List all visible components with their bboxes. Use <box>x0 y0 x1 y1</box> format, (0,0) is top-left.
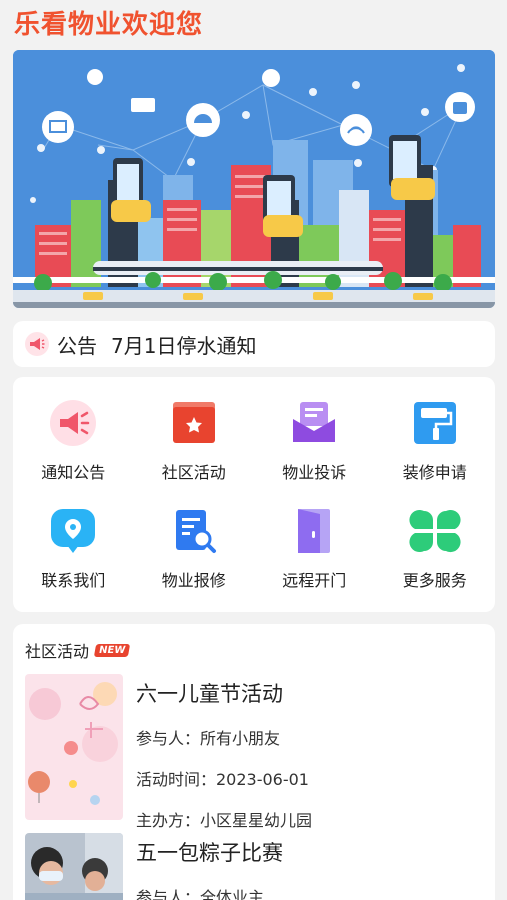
service-remote-door[interactable]: 远程开门 <box>254 505 375 591</box>
announcement-text[interactable]: 7月1日停水通知 <box>111 330 256 359</box>
service-label: 远程开门 <box>282 571 347 590</box>
service-renovation[interactable]: 装修申请 <box>375 397 496 483</box>
door-icon <box>288 505 340 557</box>
banner-image[interactable] <box>13 50 495 308</box>
activity-name: 六一儿童节活动 <box>136 682 283 706</box>
megaphone-icon <box>47 397 99 449</box>
section-title: 社区活动 <box>25 642 90 661</box>
service-label: 装修申请 <box>402 463 467 482</box>
activity-item[interactable]: 六一儿童节活动 参与人：所有小朋友 活动时间：2023-06-01 主办方：小区… <box>25 674 485 830</box>
service-repair[interactable]: 物业报修 <box>134 505 255 591</box>
activity-item[interactable]: 五一包粽子比赛 参与人：全体业主 <box>25 833 485 900</box>
envelope-icon <box>288 397 340 449</box>
document-search-icon <box>168 505 220 557</box>
announcement-label: 公告 <box>57 333 97 358</box>
activity-participants: 参与人：全体业主 <box>136 888 265 900</box>
service-label: 联系我们 <box>41 571 106 590</box>
service-label: 物业报修 <box>161 571 226 590</box>
service-community-activity[interactable]: 社区活动 <box>134 397 255 483</box>
page-title: 乐看物业欢迎您 <box>14 10 204 40</box>
activity-organizer: 主办方：小区星星幼儿园 <box>136 811 313 830</box>
activity-time: 活动时间：2023-06-01 <box>136 770 309 789</box>
activity-participants: 参与人：所有小朋友 <box>136 729 281 748</box>
service-complaint[interactable]: 物业投诉 <box>254 397 375 483</box>
service-contact[interactable]: 联系我们 <box>13 505 134 591</box>
activity-section: 社区活动 NEW 六一儿童节活动 参与人：所有小朋友 活动时间：2023-06-… <box>13 624 495 900</box>
smart-city-illustration <box>13 50 495 308</box>
activity-thumbnail <box>25 833 123 900</box>
service-grid: 通知公告 社区活动 物业投诉 装修申请 联系我们 物业报修 远程开门 更多服务 <box>13 377 495 612</box>
announcement-bar[interactable]: 公告 7月1日停水通知 <box>13 321 495 367</box>
chat-bubble-icon <box>47 505 99 557</box>
activity-name: 五一包粽子比赛 <box>136 841 283 865</box>
service-label: 更多服务 <box>402 571 467 590</box>
service-label: 通知公告 <box>41 463 106 482</box>
megaphone-icon <box>25 332 49 356</box>
clover-icon <box>409 505 461 557</box>
service-label: 社区活动 <box>161 463 226 482</box>
paint-roller-icon <box>409 397 461 449</box>
service-notice[interactable]: 通知公告 <box>13 397 134 483</box>
star-box-icon <box>168 397 220 449</box>
activity-thumbnail <box>25 674 123 820</box>
service-label: 物业投诉 <box>282 463 347 482</box>
new-badge: NEW <box>93 643 131 657</box>
service-more[interactable]: 更多服务 <box>375 505 496 591</box>
